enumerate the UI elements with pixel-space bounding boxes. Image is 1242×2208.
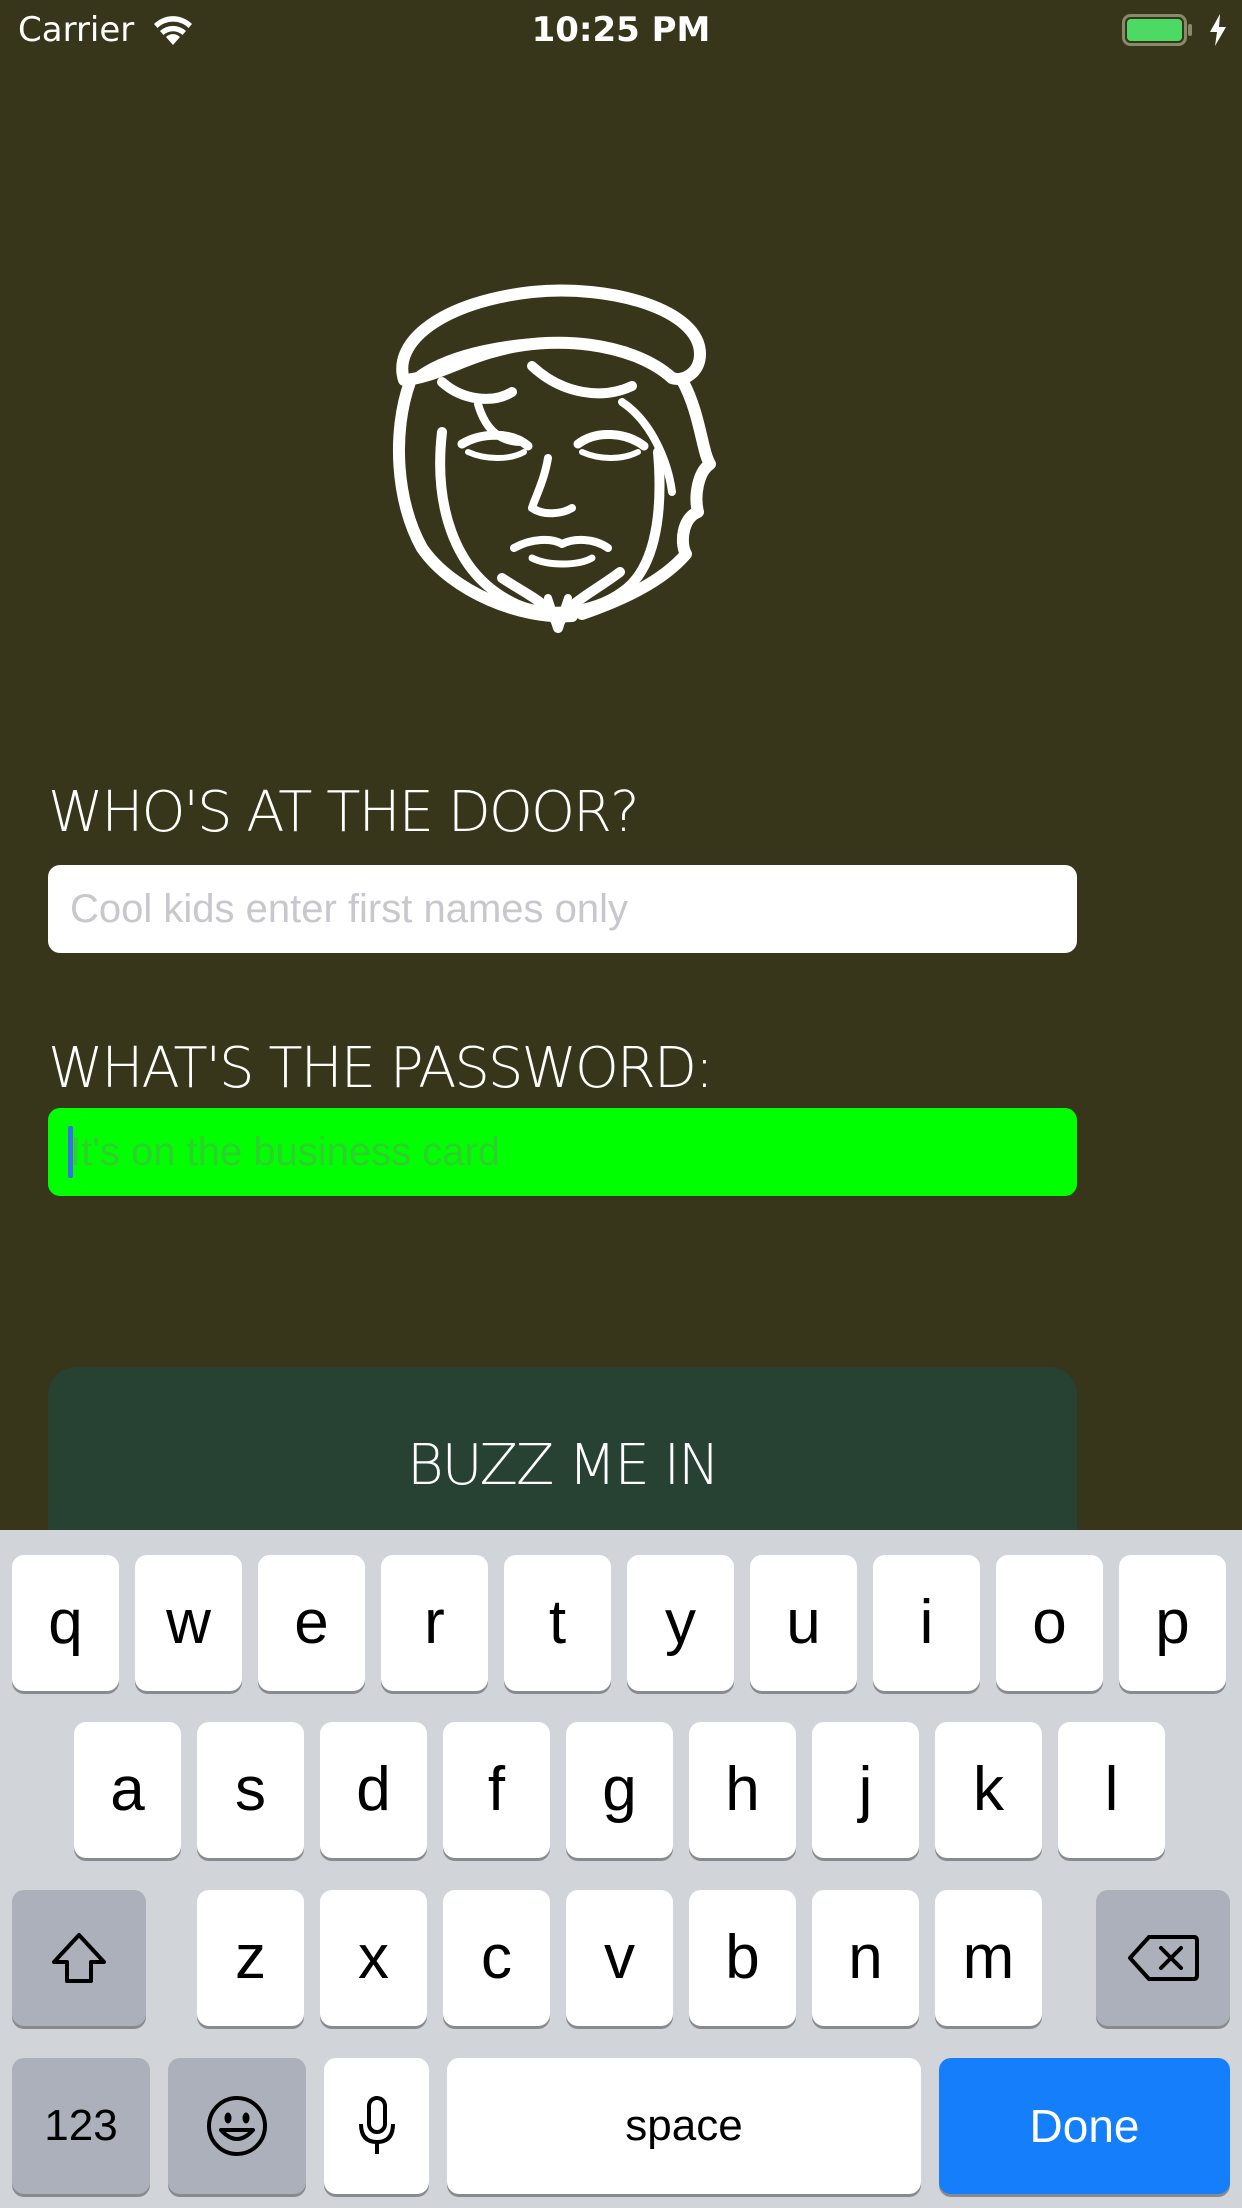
key-x[interactable]: x — [320, 1890, 427, 2026]
shift-key[interactable] — [12, 1890, 146, 2026]
key-d[interactable]: d — [320, 1722, 427, 1858]
key-v[interactable]: v — [566, 1890, 673, 2026]
numbers-key[interactable]: 123 — [12, 2058, 150, 2194]
dictation-key[interactable] — [324, 2058, 429, 2194]
status-time: 10:25 PM — [531, 10, 711, 50]
name-label: WHO'S AT THE DOOR? — [48, 780, 640, 845]
key-l[interactable]: l — [1058, 1722, 1165, 1858]
key-f[interactable]: f — [443, 1722, 550, 1858]
emoji-key[interactable] — [168, 2058, 306, 2194]
key-u[interactable]: u — [750, 1555, 857, 1691]
password-input-placeholder: It's on the business card — [70, 1130, 501, 1174]
key-z[interactable]: z — [197, 1890, 304, 2026]
shift-icon — [52, 1933, 106, 1983]
key-e[interactable]: e — [258, 1555, 365, 1691]
key-j[interactable]: j — [812, 1722, 919, 1858]
key-p[interactable]: p — [1119, 1555, 1226, 1691]
buzz-me-in-label: BUZZ ME IN — [406, 1433, 720, 1498]
key-m[interactable]: m — [935, 1890, 1042, 2026]
key-g[interactable]: g — [566, 1722, 673, 1858]
password-input[interactable]: It's on the business card — [48, 1108, 1077, 1196]
done-key[interactable]: Done — [939, 2058, 1230, 2194]
key-t[interactable]: t — [504, 1555, 611, 1691]
key-b[interactable]: b — [689, 1890, 796, 2026]
backspace-key[interactable] — [1096, 1890, 1230, 2026]
microphone-icon — [358, 2096, 395, 2154]
key-y[interactable]: y — [627, 1555, 734, 1691]
name-input-placeholder: Cool kids enter first names only — [70, 887, 629, 931]
key-w[interactable]: w — [135, 1555, 242, 1691]
charging-bolt-icon — [1208, 13, 1228, 51]
key-q[interactable]: q — [12, 1555, 119, 1691]
backspace-icon — [1128, 1935, 1199, 1981]
key-k[interactable]: k — [935, 1722, 1042, 1858]
text-cursor — [68, 1126, 73, 1178]
key-n[interactable]: n — [812, 1890, 919, 2026]
key-a[interactable]: a — [74, 1722, 181, 1858]
key-i[interactable]: i — [873, 1555, 980, 1691]
key-r[interactable]: r — [381, 1555, 488, 1691]
bearded-face-logo-icon — [382, 282, 738, 638]
emoji-icon — [207, 2096, 267, 2156]
key-o[interactable]: o — [996, 1555, 1103, 1691]
status-bar: Carrier 10:25 PM — [0, 0, 1242, 62]
key-h[interactable]: h — [689, 1722, 796, 1858]
onscreen-keyboard: q w e r t y u i o p a s d f g h j k l z … — [0, 1530, 1242, 2208]
password-label: WHAT'S THE PASSWORD: — [48, 1036, 714, 1101]
battery-icon — [1122, 14, 1194, 50]
key-c[interactable]: c — [443, 1890, 550, 2026]
key-s[interactable]: s — [197, 1722, 304, 1858]
space-key[interactable]: space — [447, 2058, 921, 2194]
name-input[interactable]: Cool kids enter first names only — [48, 865, 1077, 953]
